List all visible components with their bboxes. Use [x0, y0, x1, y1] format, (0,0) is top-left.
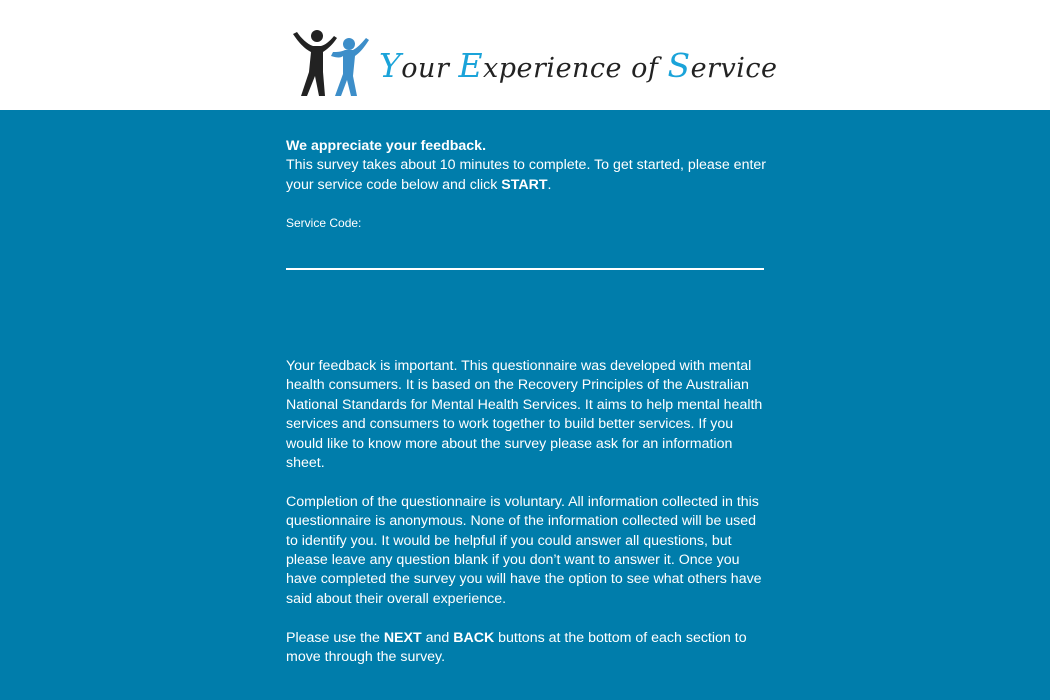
intro-text: This survey takes about 10 minutes to co… [286, 156, 766, 195]
start-keyword: START [501, 176, 548, 193]
logo: Your Experience of Service [287, 26, 777, 98]
intro-text-end: . [547, 176, 552, 193]
logo-wordmark: Your Experience of Service [379, 46, 777, 85]
logo-word: ervice [690, 53, 778, 84]
logo-word: our [401, 53, 459, 84]
intro-section: We appreciate your feedback. This survey… [286, 137, 766, 195]
intro-title: We appreciate your feedback. [286, 138, 487, 154]
info-paragraph-3-and: and [421, 629, 454, 646]
info-section: Your feedback is important. This questio… [286, 357, 764, 687]
info-paragraph-2: Completion of the questionnaire is volun… [286, 493, 762, 607]
back-keyword: BACK [453, 629, 495, 646]
next-keyword: NEXT [383, 629, 422, 646]
logo-letter: Y [379, 46, 402, 85]
logo-letter: E [458, 46, 484, 85]
two-people-cheering-icon [293, 30, 369, 96]
service-code-input[interactable] [286, 238, 764, 270]
info-paragraph-3-start: Please use the [286, 629, 384, 646]
logo-word: xperience of [483, 53, 668, 84]
page-header: Your Experience of Service [0, 0, 1050, 110]
info-paragraph-1: Your feedback is important. This questio… [286, 358, 763, 472]
info-paragraph-3: Please use the NEXT and BACK buttons at … [286, 629, 764, 668]
service-code-label: Service Code: [286, 216, 362, 230]
logo-letter: S [667, 46, 691, 85]
